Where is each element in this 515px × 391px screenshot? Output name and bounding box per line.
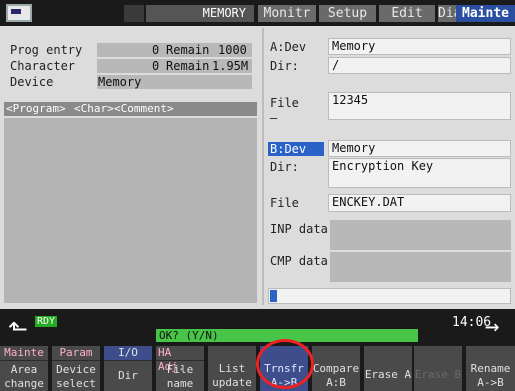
transfer-progress-fill [270,290,278,302]
a-file-label: File [270,96,299,110]
softkey-file-name[interactable]: HA Adj. File name [156,346,204,391]
softkey-compare-line1: Compare [312,362,360,375]
arrow-right-icon[interactable]: → [485,314,499,338]
softkey-erase-b[interactable]: Erase B [414,346,462,391]
softkey-rename-a-b[interactable]: Rename A->B [466,346,515,391]
b-file-label: File [270,196,299,210]
softkey-list-update[interactable]: List update [208,346,256,391]
char-label: Character [10,59,76,73]
softkey-compare-a-b[interactable]: Compare A:B [312,346,360,391]
softkey-device-select[interactable]: Param Device select [52,346,100,391]
b-dir-field[interactable]: Encryption Key [328,158,511,188]
a-file-dash: – [270,111,278,125]
softkey-compare-line2: A:B [326,376,346,389]
panel-divider [262,28,264,305]
col-char: <Char> [74,102,114,115]
b-dev-field[interactable]: Memory [328,140,511,157]
program-list-header: <Program> <Char> <Comment> [4,102,257,116]
softkey-rename-line1: Rename [470,362,511,375]
arrow-up-icon[interactable]: ⬑ [8,317,28,341]
tab-mainte[interactable]: Mainte [456,5,515,22]
menu-ha-adj: HA Adj. [156,346,204,373]
device-label: Device [10,75,54,89]
device-value: Memory [98,75,142,89]
menu-mainte: Mainte [0,346,48,361]
softkey-area-change-line1: Area [10,363,38,376]
cmp-data-label: CMP data: [270,254,336,268]
softkey-file-name-line2: name [166,377,194,390]
prog-remain-label: Remain [166,43,210,57]
col-comment: <Comment> [114,102,174,115]
highlight-circle [256,339,314,389]
a-file-field[interactable]: 12345 [328,92,511,120]
b-dev-label[interactable]: B:Dev [268,142,324,156]
menu-param: Param [52,346,100,361]
softkey-rename-line2: A->B [477,376,504,389]
softkey-erase-b-label: Erase B [414,368,462,381]
a-dir-label: Dir: [270,59,299,73]
inp-data-box [330,220,511,250]
prog-entry-label: Prog entry [10,43,83,57]
softkey-dir[interactable]: I/O Dir [104,346,152,391]
a-dev-field[interactable]: Memory [328,38,511,55]
tab-monitr[interactable]: Monitr [258,5,316,22]
col-program: <Program> [6,102,66,115]
program-list[interactable] [4,118,257,303]
mode-indicator: MEMORY [146,5,254,22]
softkey-area-change-line2: change [4,377,44,390]
tab-diagn[interactable]: Diagn [438,5,477,22]
tab-edit[interactable]: Edit [379,5,435,22]
softkey-erase-a-label: Erase A [364,368,412,381]
softkey-list-update-line1: List [218,362,246,375]
ready-indicator: RDY [35,316,58,327]
char-remain-label: Remain [166,59,210,73]
softkey-device-select-line2: select [56,377,96,390]
softkey-device-select-line1: Device [56,363,96,376]
inp-data-label: INP data: [270,222,336,236]
transfer-progress-bar [268,288,511,304]
prog-entry-value: 0 [152,43,160,57]
b-file-field[interactable]: ENCKEY.DAT [328,194,511,212]
softkey-dir-label: Dir [118,369,138,382]
a-dev-label: A:Dev [270,40,307,54]
char-value: 0 [152,59,160,73]
softkey-erase-a[interactable]: Erase A [364,346,412,391]
machine-logo-icon [6,4,32,22]
char-remain-value: 1.95M [212,59,249,73]
menu-io: I/O [104,346,152,361]
status-slot [124,5,144,22]
prog-remain-value: 1000 [218,43,247,57]
softkey-area-change[interactable]: Mainte Area change [0,346,48,391]
tab-setup[interactable]: Setup [319,5,376,22]
a-dir-field[interactable]: / [328,57,511,74]
cmp-data-box [330,252,511,282]
softkey-list-update-line2: update [212,376,252,389]
b-dir-label: Dir: [270,160,299,174]
